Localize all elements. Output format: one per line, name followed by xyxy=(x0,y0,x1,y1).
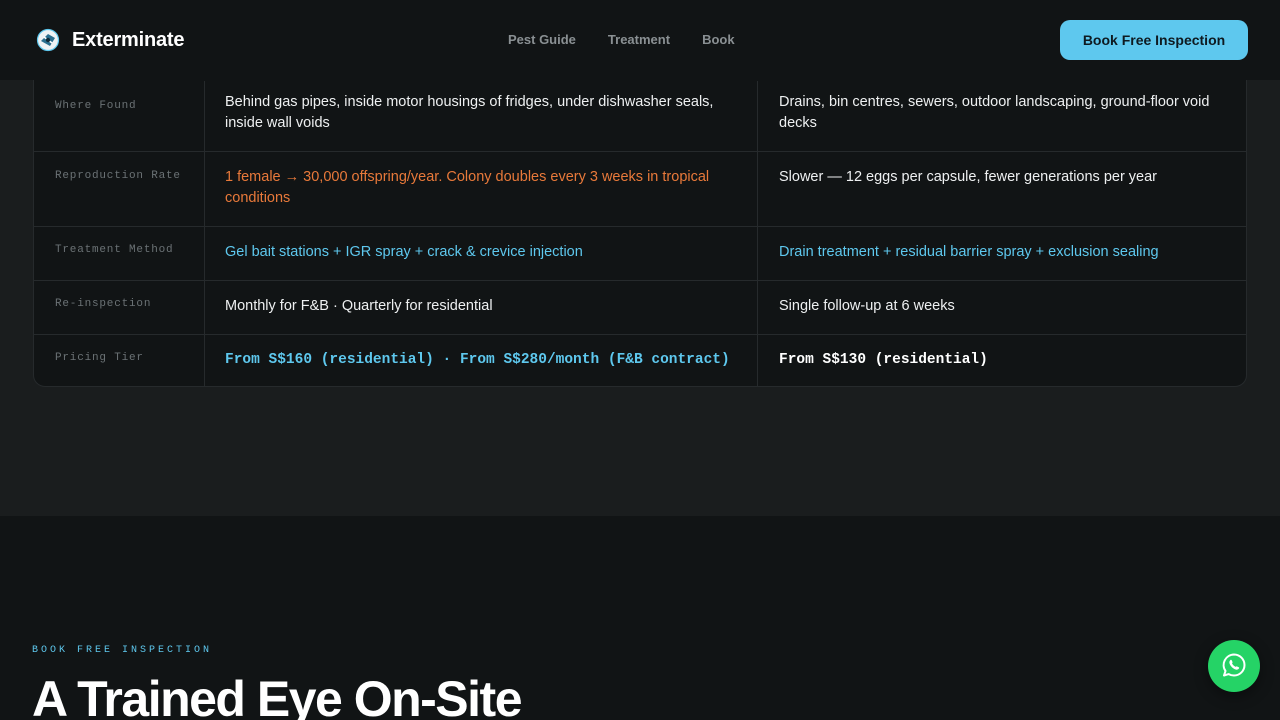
cell-primary: Monthly for F&B · Quarterly for resident… xyxy=(205,281,758,334)
nav-link-treatment[interactable]: Treatment xyxy=(608,32,670,47)
brand-name: Exterminate xyxy=(72,28,185,51)
comparison-table: Where Found Behind gas pipes, inside mot… xyxy=(33,60,1247,387)
whatsapp-chat-button[interactable] xyxy=(1208,640,1260,692)
row-label: Reproduction Rate xyxy=(34,152,205,226)
row-label: Pricing Tier xyxy=(34,335,205,386)
main-nav: Pest Guide Treatment Book xyxy=(508,32,767,47)
cell-primary: 1 female → 30,000 offspring/year. Colony… xyxy=(205,152,758,226)
table-row: Where Found Behind gas pipes, inside mot… xyxy=(34,81,1246,152)
section-eyebrow: BOOK FREE INSPECTION xyxy=(32,645,213,656)
cell-secondary: Slower — 12 eggs per capsule, fewer gene… xyxy=(779,169,1158,185)
table-row: Treatment Method Gel bait stations + IGR… xyxy=(34,227,1246,281)
cell-primary: Behind gas pipes, inside motor housings … xyxy=(205,81,758,151)
nav-link-book[interactable]: Book xyxy=(702,32,735,47)
table-row: Reproduction Rate 1 female → 30,000 offs… xyxy=(34,152,1246,227)
page: Exterminate Pest Guide Treatment Book Bo… xyxy=(0,0,1280,720)
row-label: Treatment Method xyxy=(34,227,205,280)
row-label: Where Found xyxy=(34,81,205,151)
whatsapp-icon xyxy=(1220,651,1248,682)
cell-primary: Gel bait stations + IGR spray + crack & … xyxy=(205,227,758,280)
section-title: A Trained Eye On-Site xyxy=(32,671,523,720)
book-inspection-button[interactable]: Book Free Inspection xyxy=(1060,20,1248,60)
cell-secondary: Single follow-up at 6 weeks xyxy=(779,298,955,314)
table-row: Pricing Tier From S$160 (residential) · … xyxy=(34,335,1246,386)
row-label: Re-inspection xyxy=(34,281,205,334)
table-row: Re-inspection Monthly for F&B · Quarterl… xyxy=(34,281,1246,335)
nav-link-pest-guide[interactable]: Pest Guide xyxy=(508,32,576,47)
cell-primary: From S$160 (residential) · From S$280/mo… xyxy=(205,335,758,386)
cell-secondary: Drains, bin centres, sewers, outdoor lan… xyxy=(779,94,1210,131)
cell-secondary: Drain treatment + residual barrier spray… xyxy=(779,244,1159,260)
bug-logo-icon xyxy=(36,28,60,52)
cell-secondary: From S$130 (residential) xyxy=(779,352,988,368)
site-header: Exterminate Pest Guide Treatment Book Bo… xyxy=(0,0,1280,80)
brand-logo[interactable]: Exterminate xyxy=(36,28,184,52)
